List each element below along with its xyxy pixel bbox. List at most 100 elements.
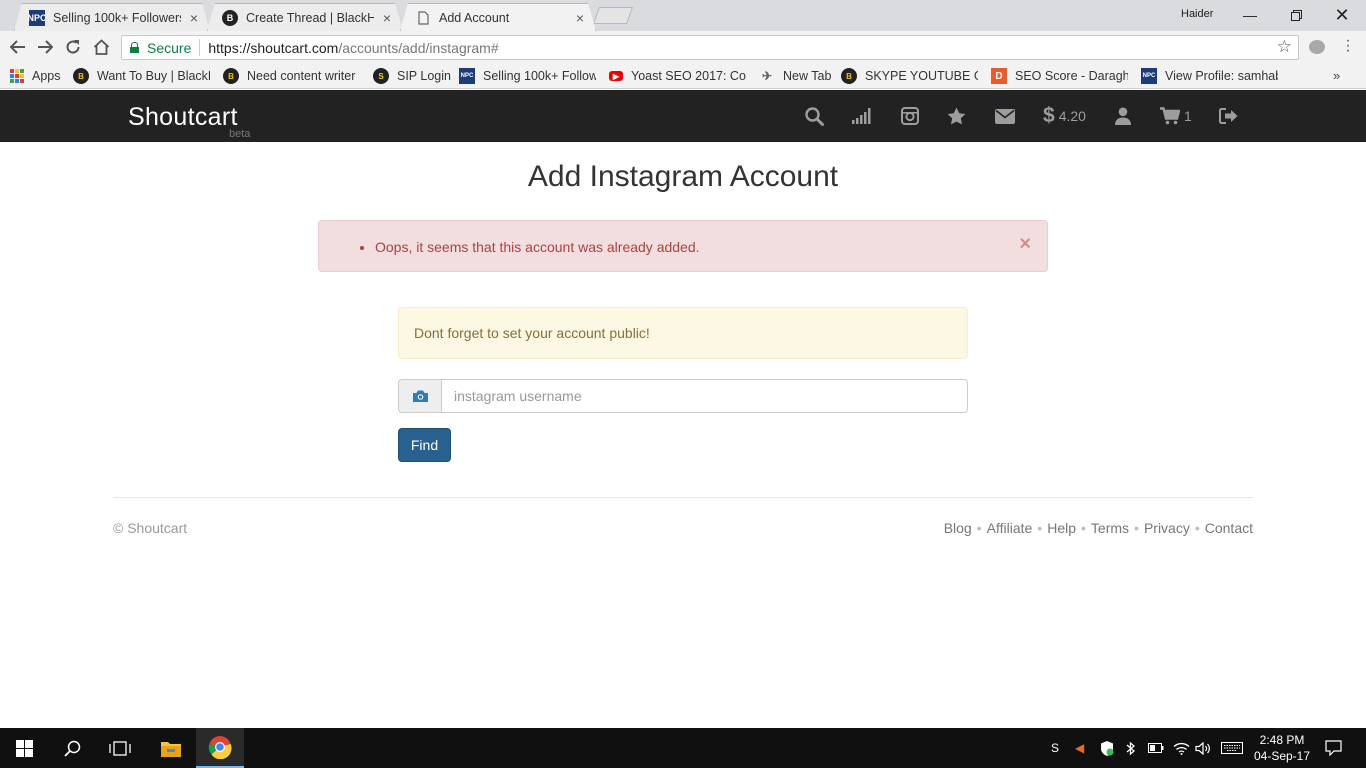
close-icon[interactable]: × — [573, 10, 587, 26]
reload-icon[interactable] — [62, 36, 84, 58]
footer-link-contact[interactable]: Contact — [1205, 520, 1253, 536]
url-path: /accounts/add/instagram# — [338, 39, 499, 56]
bookmark-label: SKYPE YOUTUBE GRC — [865, 69, 978, 83]
logout-icon[interactable] — [1219, 105, 1238, 127]
tab-title: Selling 100k+ Followers — [53, 10, 181, 25]
envelope-icon[interactable] — [995, 105, 1015, 127]
bookmark-label: Apps — [32, 69, 61, 83]
battery-tray-icon[interactable] — [1148, 740, 1164, 756]
bookmark-want-to-buy[interactable]: B Want To Buy | BlackH — [73, 67, 210, 85]
bookmark-selling-followers[interactable]: NPC Selling 100k+ Followe — [459, 67, 596, 85]
bookmark-need-content-writer[interactable]: B Need content writer — [223, 67, 359, 85]
volume-tray-icon[interactable] — [1195, 740, 1211, 756]
back-arrow-icon[interactable] — [7, 36, 29, 58]
bookmark-view-profile[interactable]: NPC View Profile: samhab — [1141, 67, 1278, 85]
skype-tray-icon[interactable]: S — [1051, 740, 1059, 756]
balance-link[interactable]: $ 4.20 — [1043, 104, 1086, 127]
footer-link-help[interactable]: Help — [1047, 520, 1076, 536]
footer-link-terms[interactable]: Terms — [1091, 520, 1129, 536]
minimize-icon[interactable]: — — [1227, 0, 1273, 30]
instagram-username-input[interactable] — [441, 379, 968, 413]
footer-links: Blog • Affiliate • Help • Terms • Privacy • C… — [944, 520, 1253, 536]
lock-icon — [130, 42, 139, 53]
bookmark-label: New Tab — [783, 69, 832, 83]
secure-label: Secure — [147, 39, 192, 56]
signal-icon[interactable] — [852, 105, 873, 127]
forward-arrow-icon[interactable] — [34, 36, 56, 58]
dollar-icon: $ — [1043, 104, 1055, 127]
public-account-notice: Dont forget to set your account public! — [398, 307, 968, 359]
browser-profile-name[interactable]: Haider — [1181, 8, 1213, 20]
page-title: Add Instagram Account — [527, 160, 839, 193]
secure-indicator[interactable]: Secure — [130, 40, 191, 56]
footer-link-affiliate[interactable]: Affiliate — [987, 520, 1033, 536]
bookmark-star-icon[interactable]: ☆ — [1277, 37, 1292, 57]
new-tab-button[interactable] — [592, 7, 634, 24]
bookmark-skype-youtube[interactable]: B SKYPE YOUTUBE GRC — [841, 67, 978, 85]
url-host: https://shoutcart.com — [208, 39, 339, 56]
mute-tray-icon[interactable]: ◀ — [1075, 740, 1084, 756]
search-icon[interactable] — [805, 105, 824, 127]
bookmark-apps[interactable]: Apps — [10, 67, 61, 85]
footer-link-privacy[interactable]: Privacy — [1144, 520, 1190, 536]
bookmark-label: Selling 100k+ Followe — [483, 69, 596, 83]
chrome-taskbar-icon[interactable] — [196, 728, 244, 768]
balance-amount: 4.20 — [1058, 108, 1086, 124]
newtab-favicon-icon: ✈ — [761, 69, 773, 83]
youtube-favicon-icon: ▶ — [609, 71, 623, 81]
windows-start-icon[interactable] — [0, 728, 48, 768]
extension-icon[interactable] — [1309, 40, 1325, 54]
close-icon[interactable]: × — [187, 10, 201, 26]
address-bar[interactable]: Secure https://shoutcart.com/accounts/ad… — [121, 35, 1299, 60]
close-icon[interactable]: × — [1019, 234, 1031, 254]
sip-favicon-icon: S — [373, 68, 389, 84]
bookmark-yoast-seo[interactable]: ▶ Yoast SEO 2017: Com — [609, 67, 746, 85]
notifications-icon[interactable] — [1325, 740, 1342, 756]
home-icon[interactable] — [90, 36, 112, 58]
tab-selling-followers[interactable]: NPC Selling 100k+ Followers × — [14, 3, 210, 31]
star-icon[interactable] — [947, 105, 966, 127]
bookmark-new-tab[interactable]: ✈ New Tab — [759, 67, 831, 85]
footer-separator: • — [1037, 520, 1043, 536]
task-view-icon[interactable] — [96, 728, 144, 768]
window-close-icon[interactable]: ✕ — [1319, 0, 1365, 30]
footer-separator: • — [1194, 520, 1200, 536]
error-message: Oops, it seems that this account was alr… — [375, 239, 700, 255]
npc-favicon-icon: NPC — [459, 68, 475, 84]
keyboard-tray-icon[interactable] — [1221, 740, 1243, 756]
bookmarks-overflow-icon[interactable]: » — [1333, 68, 1340, 83]
taskbar-clock[interactable]: 2:48 PM 04-Sep-17 — [1250, 732, 1314, 764]
clock-date: 04-Sep-17 — [1253, 749, 1311, 763]
user-icon[interactable] — [1115, 105, 1131, 127]
bookmark-sip-login[interactable]: S SIP Login — [373, 67, 451, 85]
tab-create-thread[interactable]: B Create Thread | BlackHat × — [207, 3, 403, 31]
taskbar-search-icon[interactable] — [48, 728, 96, 768]
site-logo[interactable]: Shoutcart — [128, 103, 238, 132]
bookmark-seo-score[interactable]: D SEO Score - DaraghW — [991, 67, 1128, 85]
bookmark-label: SEO Score - DaraghW — [1015, 69, 1128, 83]
file-explorer-icon[interactable] — [147, 728, 195, 768]
page-icon — [415, 10, 431, 26]
cart-link[interactable]: 1 — [1160, 105, 1192, 127]
instagram-icon[interactable] — [901, 105, 919, 127]
tab-add-account[interactable]: Add Account × — [400, 3, 596, 31]
close-icon[interactable]: × — [380, 10, 394, 26]
bluetooth-tray-icon[interactable] — [1126, 740, 1135, 756]
wifi-tray-icon[interactable] — [1173, 740, 1190, 756]
browser-tab-strip: NPC Selling 100k+ Followers × B Create T… — [0, 0, 1366, 31]
browser-toolbar: Secure https://shoutcart.com/accounts/ad… — [0, 31, 1366, 63]
browser-menu-icon[interactable]: · · · — [1343, 33, 1353, 59]
cart-count: 1 — [1184, 108, 1192, 124]
tab-title: Create Thread | BlackHat — [246, 10, 374, 25]
restore-icon[interactable] — [1273, 0, 1319, 30]
url-divider — [199, 39, 201, 56]
footer-link-blog[interactable]: Blog — [944, 520, 972, 536]
beta-badge: beta — [229, 128, 251, 140]
shield-tray-icon[interactable] — [1100, 740, 1114, 756]
apps-grid-icon — [10, 69, 24, 83]
npc-favicon-icon: NPC — [1141, 68, 1157, 84]
footer-copyright: © Shoutcart — [113, 520, 188, 536]
username-input-group — [398, 379, 968, 413]
find-button[interactable]: Find — [398, 428, 451, 462]
site-navbar: Shoutcart beta $ 4.20 1 — [0, 90, 1366, 142]
